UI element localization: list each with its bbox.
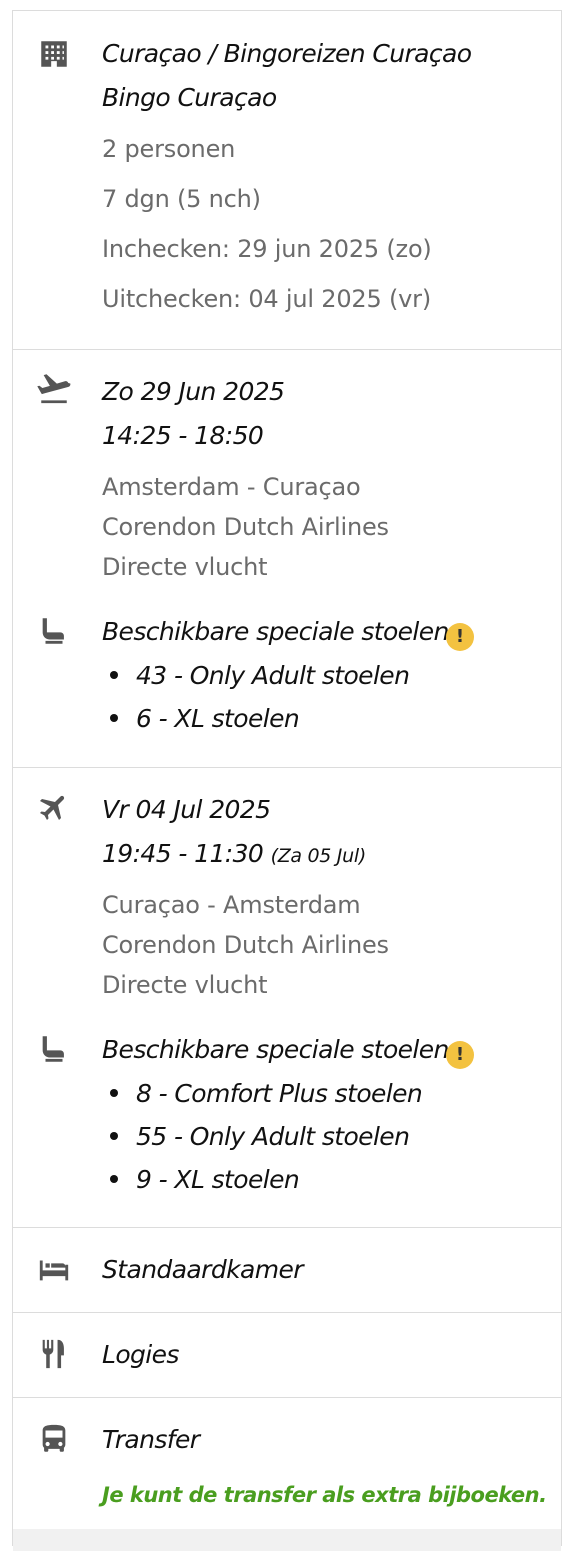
return-route: Curaçao - Amsterdam bbox=[102, 891, 361, 919]
board-type: Logies bbox=[102, 1340, 179, 1369]
seat-icon bbox=[37, 1032, 71, 1066]
list-item: 9 - XL stoelen bbox=[102, 1165, 300, 1194]
transfer-label: Transfer bbox=[102, 1425, 200, 1454]
hotel-destination: Curaçao / Bingoreizen Curaçao bbox=[102, 39, 472, 68]
hotel-duration: 7 dgn (5 nch) bbox=[102, 185, 261, 213]
return-seats-title: Beschikbare speciale stoelen: bbox=[102, 1035, 457, 1064]
cutlery-icon bbox=[37, 1337, 71, 1371]
return-date: Vr 04 Jul 2025 bbox=[102, 795, 271, 824]
outbound-flight-type: Directe vlucht bbox=[102, 553, 268, 581]
seat-option: 6 - XL stoelen bbox=[136, 704, 300, 733]
hotel-name: Bingo Curaçao bbox=[102, 83, 277, 112]
list-item: 6 - XL stoelen bbox=[102, 704, 300, 733]
hotel-section: Curaçao / Bingoreizen Curaçao Bingo Cura… bbox=[13, 11, 561, 349]
bed-icon bbox=[37, 1252, 71, 1286]
return-seats-warning-icon[interactable]: ! bbox=[446, 1041, 474, 1069]
room-section: Standaardkamer bbox=[13, 1228, 561, 1312]
return-arrival-date: (Za 05 Jul) bbox=[270, 845, 367, 867]
seat-option: 8 - Comfort Plus stoelen bbox=[136, 1079, 423, 1108]
seat-icon bbox=[37, 614, 71, 648]
bus-icon bbox=[37, 1422, 71, 1456]
outbound-time: 14:25 - 18:50 bbox=[102, 421, 264, 450]
plane-departure-icon bbox=[37, 372, 71, 406]
outbound-airline: Corendon Dutch Airlines bbox=[102, 513, 389, 541]
bullet-icon bbox=[110, 1132, 118, 1140]
transfer-section: Transfer Je kunt de transfer als extra b… bbox=[13, 1398, 561, 1528]
outbound-route: Amsterdam - Curaçao bbox=[102, 473, 361, 501]
plane-arrival-icon bbox=[37, 790, 71, 824]
transfer-add-link[interactable]: Je kunt de transfer als extra bijboeken. bbox=[102, 1483, 547, 1507]
list-item: 43 - Only Adult stoelen bbox=[102, 661, 410, 690]
return-airline: Corendon Dutch Airlines bbox=[102, 931, 389, 959]
outbound-seats-title: Beschikbare speciale stoelen: bbox=[102, 617, 457, 646]
seat-option: 9 - XL stoelen bbox=[136, 1165, 300, 1194]
list-item: 8 - Comfort Plus stoelen bbox=[102, 1079, 423, 1108]
list-item: 55 - Only Adult stoelen bbox=[102, 1122, 410, 1151]
return-flight-section: Vr 04 Jul 2025 19:45 - 11:30 (Za 05 Jul)… bbox=[13, 768, 561, 1227]
hotel-checkout: Uitchecken: 04 jul 2025 (vr) bbox=[102, 285, 431, 313]
outbound-flight-section: Zo 29 Jun 2025 14:25 - 18:50 Amsterdam -… bbox=[13, 350, 561, 768]
bullet-icon bbox=[110, 1089, 118, 1097]
bullet-icon bbox=[110, 1175, 118, 1183]
return-flight-type: Directe vlucht bbox=[102, 971, 268, 999]
seat-option: 43 - Only Adult stoelen bbox=[136, 661, 410, 690]
booking-summary-panel: Curaçao / Bingoreizen Curaçao Bingo Cura… bbox=[12, 10, 562, 1551]
return-time: 19:45 - 11:30 bbox=[102, 839, 264, 868]
bullet-icon bbox=[110, 671, 118, 679]
board-section: Logies bbox=[13, 1313, 561, 1397]
bullet-icon bbox=[110, 714, 118, 722]
return-time-line: 19:45 - 11:30 (Za 05 Jul) bbox=[102, 839, 366, 868]
room-type: Standaardkamer bbox=[102, 1255, 304, 1284]
seat-option: 55 - Only Adult stoelen bbox=[136, 1122, 410, 1151]
hotel-persons: 2 personen bbox=[102, 135, 236, 163]
panel-footer bbox=[13, 1529, 561, 1551]
hotel-checkin: Inchecken: 29 jun 2025 (zo) bbox=[102, 235, 432, 263]
building-icon bbox=[37, 37, 71, 71]
outbound-date: Zo 29 Jun 2025 bbox=[102, 377, 285, 406]
outbound-seats-warning-icon[interactable]: ! bbox=[446, 623, 474, 651]
